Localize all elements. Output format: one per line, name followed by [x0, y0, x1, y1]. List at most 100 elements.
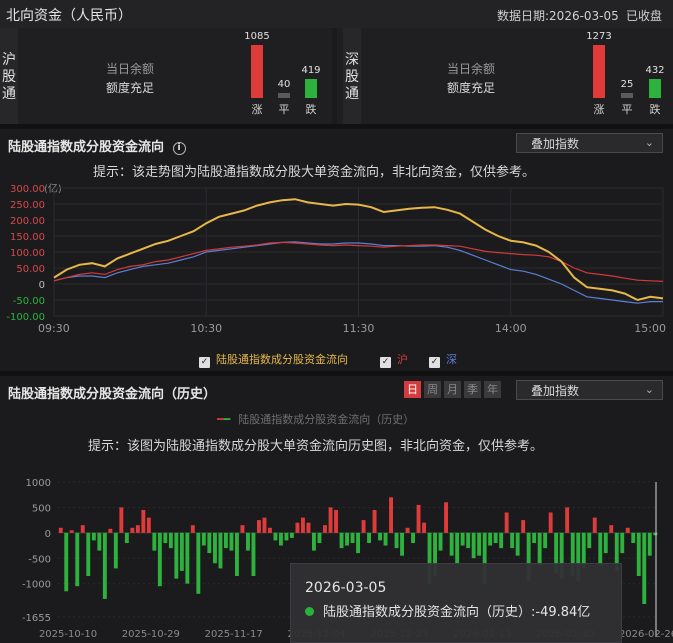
- overlay-index-dropdown[interactable]: 叠加指数 ⌄: [516, 133, 663, 153]
- intraday-title: 陆股通指数成分股资金流向 i: [8, 136, 186, 155]
- history-bar: [119, 507, 124, 533]
- history-bar: [290, 532, 294, 538]
- x-tick-label: 10:30: [190, 322, 222, 335]
- down-bar: [305, 79, 317, 98]
- chevron-down-icon: ⌄: [644, 383, 654, 396]
- history-bar: [80, 525, 85, 533]
- up-label: 涨: [593, 103, 605, 116]
- legend-sh[interactable]: ✓ 沪: [380, 351, 408, 368]
- legend-sh-label: 沪: [397, 353, 408, 366]
- history-bar: [350, 532, 355, 543]
- legend-total[interactable]: ✓ 陆股通指数成分股资金流向: [199, 351, 348, 368]
- history-bar: [532, 532, 537, 543]
- legend-sz[interactable]: ✓ 深: [429, 351, 457, 368]
- history-bar: [273, 532, 278, 541]
- y-tick-label: 250.00: [10, 200, 45, 211]
- down-count: 419: [301, 65, 321, 76]
- x-tick-label: 11:30: [343, 322, 375, 335]
- panel-shenzhen: 深股通 当日余额 额度充足 1273 涨 25 平 432 跌: [337, 28, 673, 124]
- balance-value: 额度充足: [447, 81, 496, 95]
- panel-label-shenzhen: 深股通: [343, 28, 361, 124]
- history-bar: [510, 532, 515, 549]
- down-count: 432: [645, 65, 665, 76]
- balance-label: 当日余额: [106, 62, 155, 76]
- checkbox-icon[interactable]: ✓: [199, 357, 210, 368]
- x-tick-label: 2026-02-26: [619, 629, 673, 640]
- period-year[interactable]: 年: [484, 381, 501, 398]
- history-title: 陆股通指数成分股资金流向（历史）: [8, 387, 217, 402]
- tooltip-date: 2026-03-05: [305, 580, 387, 596]
- history-bar: [113, 532, 118, 569]
- history-bar: [361, 520, 366, 533]
- history-bar: [455, 532, 460, 564]
- y-tick-label: 0: [45, 529, 51, 540]
- history-bar: [598, 532, 603, 566]
- y-tick-label: 200.00: [10, 216, 45, 227]
- y-tick-label: -500: [28, 554, 51, 565]
- history-bar: [488, 532, 493, 546]
- history-bar: [466, 532, 471, 549]
- history-bar: [224, 532, 228, 549]
- history-bar: [268, 527, 272, 533]
- history-overlay-dropdown[interactable]: 叠加指数 ⌄: [516, 380, 663, 400]
- x-tick-label: 2025-10-10: [39, 629, 97, 640]
- history-bar: [235, 532, 239, 576]
- history-bar: [102, 532, 107, 599]
- period-day[interactable]: 日: [404, 381, 421, 398]
- up-bar: [593, 45, 605, 98]
- up-count: 1273: [586, 31, 612, 42]
- down-bar: [649, 79, 661, 98]
- period-week[interactable]: 周: [424, 381, 441, 398]
- history-bar: [75, 532, 80, 587]
- history-bar: [157, 532, 162, 587]
- y-tick-label: 150.00: [10, 232, 45, 243]
- intraday-chart[interactable]: (亿)300.00250.00200.00150.00100.0050.000-…: [0, 180, 673, 340]
- history-bar: [284, 532, 289, 541]
- intraday-hint: 提示：该走势图为陆股通指数成分股大单资金流向，非北向资金，仅供参考。: [93, 165, 536, 180]
- history-bar: [124, 532, 129, 543]
- page-title: 北向资金（人民币）: [6, 8, 132, 24]
- info-icon[interactable]: i: [172, 142, 186, 155]
- checkbox-icon[interactable]: ✓: [380, 357, 391, 368]
- history-bar: [179, 532, 184, 571]
- tooltip-value: 陆股通指数成分股资金流向（历史）:-49.84亿: [305, 601, 590, 620]
- up-count: 1085: [244, 31, 270, 42]
- period-month[interactable]: 月: [444, 381, 461, 398]
- history-bar: [383, 532, 388, 546]
- dropdown-label: 叠加指数: [531, 137, 580, 151]
- down-label: 跌: [305, 103, 317, 116]
- history-bar: [438, 532, 443, 551]
- history-bar: [146, 517, 151, 533]
- chevron-down-icon: ⌄: [644, 136, 654, 149]
- history-bar: [521, 520, 526, 533]
- legend-total-label: 陆股通指数成分股资金流向: [216, 353, 348, 366]
- history-bar: [405, 527, 410, 533]
- history-bar: [449, 532, 454, 556]
- history-bar: [339, 532, 344, 549]
- divider: [0, 371, 673, 376]
- flat-bar: [621, 93, 633, 98]
- history-bar: [251, 532, 256, 576]
- x-tick-label: 2025-10-29: [122, 629, 180, 640]
- up-bar: [251, 45, 263, 98]
- checkbox-icon[interactable]: ✓: [429, 357, 440, 368]
- history-bar: [471, 532, 476, 559]
- tooltip-value-text: 陆股通指数成分股资金流向（历史）:-49.84亿: [323, 605, 591, 620]
- period-quarter[interactable]: 季: [464, 381, 481, 398]
- balance-value: 额度充足: [106, 81, 155, 95]
- y-tick-label: 0: [39, 280, 45, 291]
- panel-shanghai: 沪股通 当日余额 额度充足 1085 涨 40 平 419 跌: [0, 28, 332, 124]
- y-tick-label: -50.00: [13, 296, 45, 307]
- history-bar: [444, 502, 448, 533]
- history-bar: [603, 532, 608, 554]
- flat-label: 平: [621, 103, 633, 116]
- history-bar: [64, 532, 69, 592]
- history-bar: [295, 522, 300, 533]
- history-bar: [565, 507, 570, 533]
- history-bar: [108, 528, 113, 533]
- history-legend[interactable]: ━━ 陆股通指数成分股资金流向（历史）: [217, 411, 414, 427]
- legend-sz-label: 深: [446, 353, 457, 366]
- intraday-title-text: 陆股通指数成分股资金流向: [8, 140, 165, 155]
- history-bar: [323, 525, 327, 533]
- series-dot-icon: [305, 607, 314, 616]
